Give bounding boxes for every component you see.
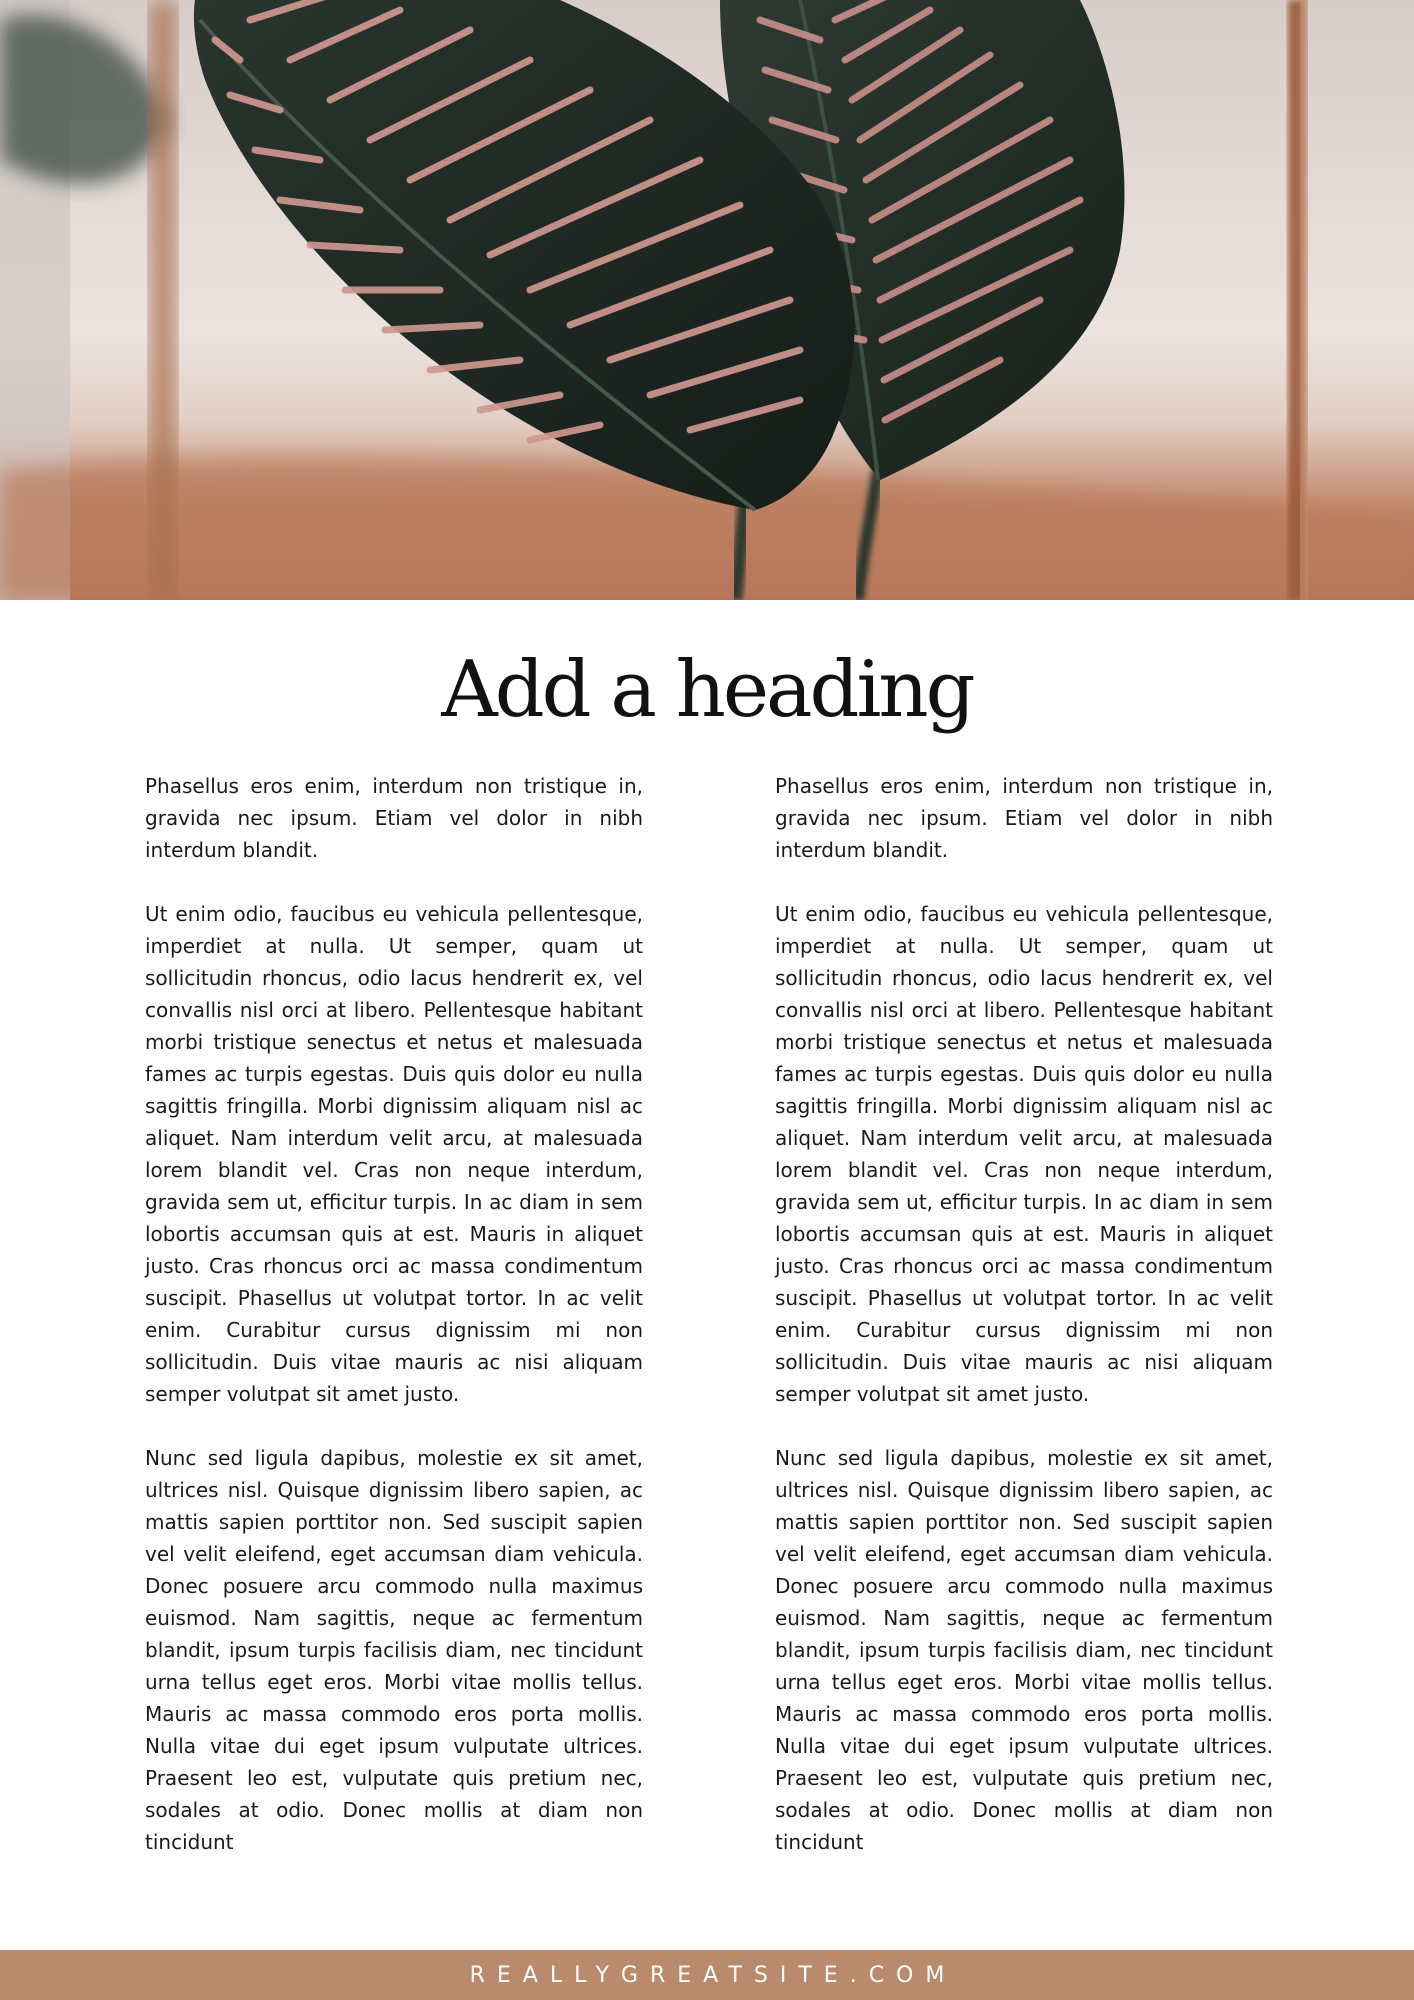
hero-plant-photo — [0, 0, 1414, 600]
paragraph: Ut enim odio, faucibus eu vehicula pelle… — [145, 902, 643, 1406]
paragraph: Phasellus eros enim, interdum non tristi… — [145, 774, 643, 862]
text-column-right: Phasellus eros enim, interdum non tristi… — [775, 770, 1273, 1890]
page-heading: Add a heading — [441, 645, 975, 735]
footer-bar: REALLYGREATSITE.COM — [0, 1950, 1414, 2000]
paragraph: Nunc sed ligula dapibus, molestie ex sit… — [145, 1446, 643, 1854]
text-column-left: Phasellus eros enim, interdum non tristi… — [145, 770, 643, 1890]
paragraph: Ut enim odio, faucibus eu vehicula pelle… — [775, 902, 1273, 1406]
website-link[interactable]: REALLYGREATSITE.COM — [458, 1963, 957, 1988]
plant-leaves-image — [0, 0, 1414, 600]
paragraph: Nunc sed ligula dapibus, molestie ex sit… — [775, 1446, 1273, 1854]
paragraph: Phasellus eros enim, interdum non tristi… — [775, 774, 1273, 862]
